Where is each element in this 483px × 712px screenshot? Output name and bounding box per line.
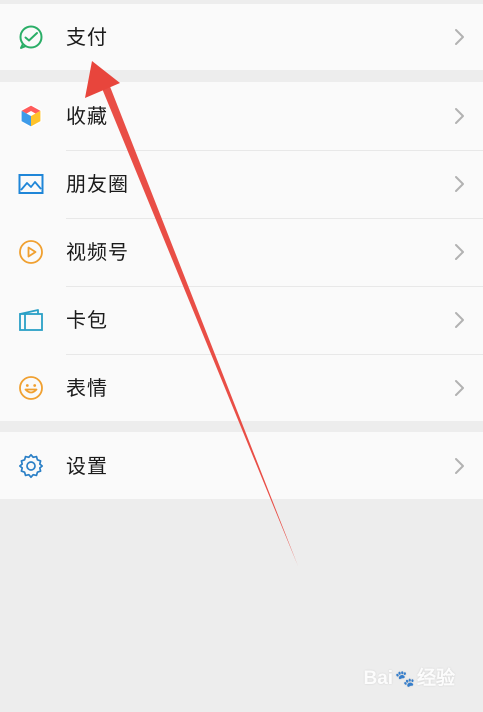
menu-item-label: 朋友圈 (66, 172, 129, 196)
menu-item-stickers[interactable]: 表情 (0, 354, 483, 422)
menu-group-pay: 支付 (0, 4, 483, 70)
menu-item-label: 表情 (66, 376, 108, 400)
menu-group-main: 收藏 朋友圈 视频号 卡包 表情 (0, 82, 483, 421)
favorites-icon (18, 103, 44, 129)
chevron-right-icon (453, 27, 467, 47)
watermark-suffix: 经验 (416, 668, 455, 689)
menu-group-settings: 设置 (0, 432, 483, 499)
moments-icon (18, 171, 44, 197)
menu-item-cards[interactable]: 卡包 (0, 286, 483, 354)
menu-item-label: 设置 (66, 454, 108, 478)
chevron-right-icon (453, 378, 467, 398)
menu-item-label: 支付 (66, 25, 108, 49)
chevron-right-icon (453, 174, 467, 194)
chevron-right-icon (453, 242, 467, 262)
menu-item-favorites[interactable]: 收藏 (0, 82, 483, 150)
menu-item-settings[interactable]: 设置 (0, 432, 483, 500)
pay-icon (18, 24, 44, 50)
menu-item-label: 视频号 (66, 240, 129, 264)
chevron-right-icon (453, 106, 467, 126)
watermark: Bai 🐾 经验 (363, 663, 455, 690)
settings-icon (18, 453, 44, 479)
cards-icon (18, 307, 44, 333)
stickers-icon (18, 375, 44, 401)
menu-item-label: 收藏 (66, 104, 108, 128)
menu-item-moments[interactable]: 朋友圈 (0, 150, 483, 218)
chevron-right-icon (453, 310, 467, 330)
menu-item-channels[interactable]: 视频号 (0, 218, 483, 286)
menu-item-pay[interactable]: 支付 (0, 4, 483, 70)
chevron-right-icon (453, 456, 467, 476)
menu-item-label: 卡包 (66, 308, 108, 332)
paw-icon: 🐾 (395, 671, 415, 688)
channels-icon (18, 239, 44, 265)
watermark-text: Bai (363, 668, 394, 689)
